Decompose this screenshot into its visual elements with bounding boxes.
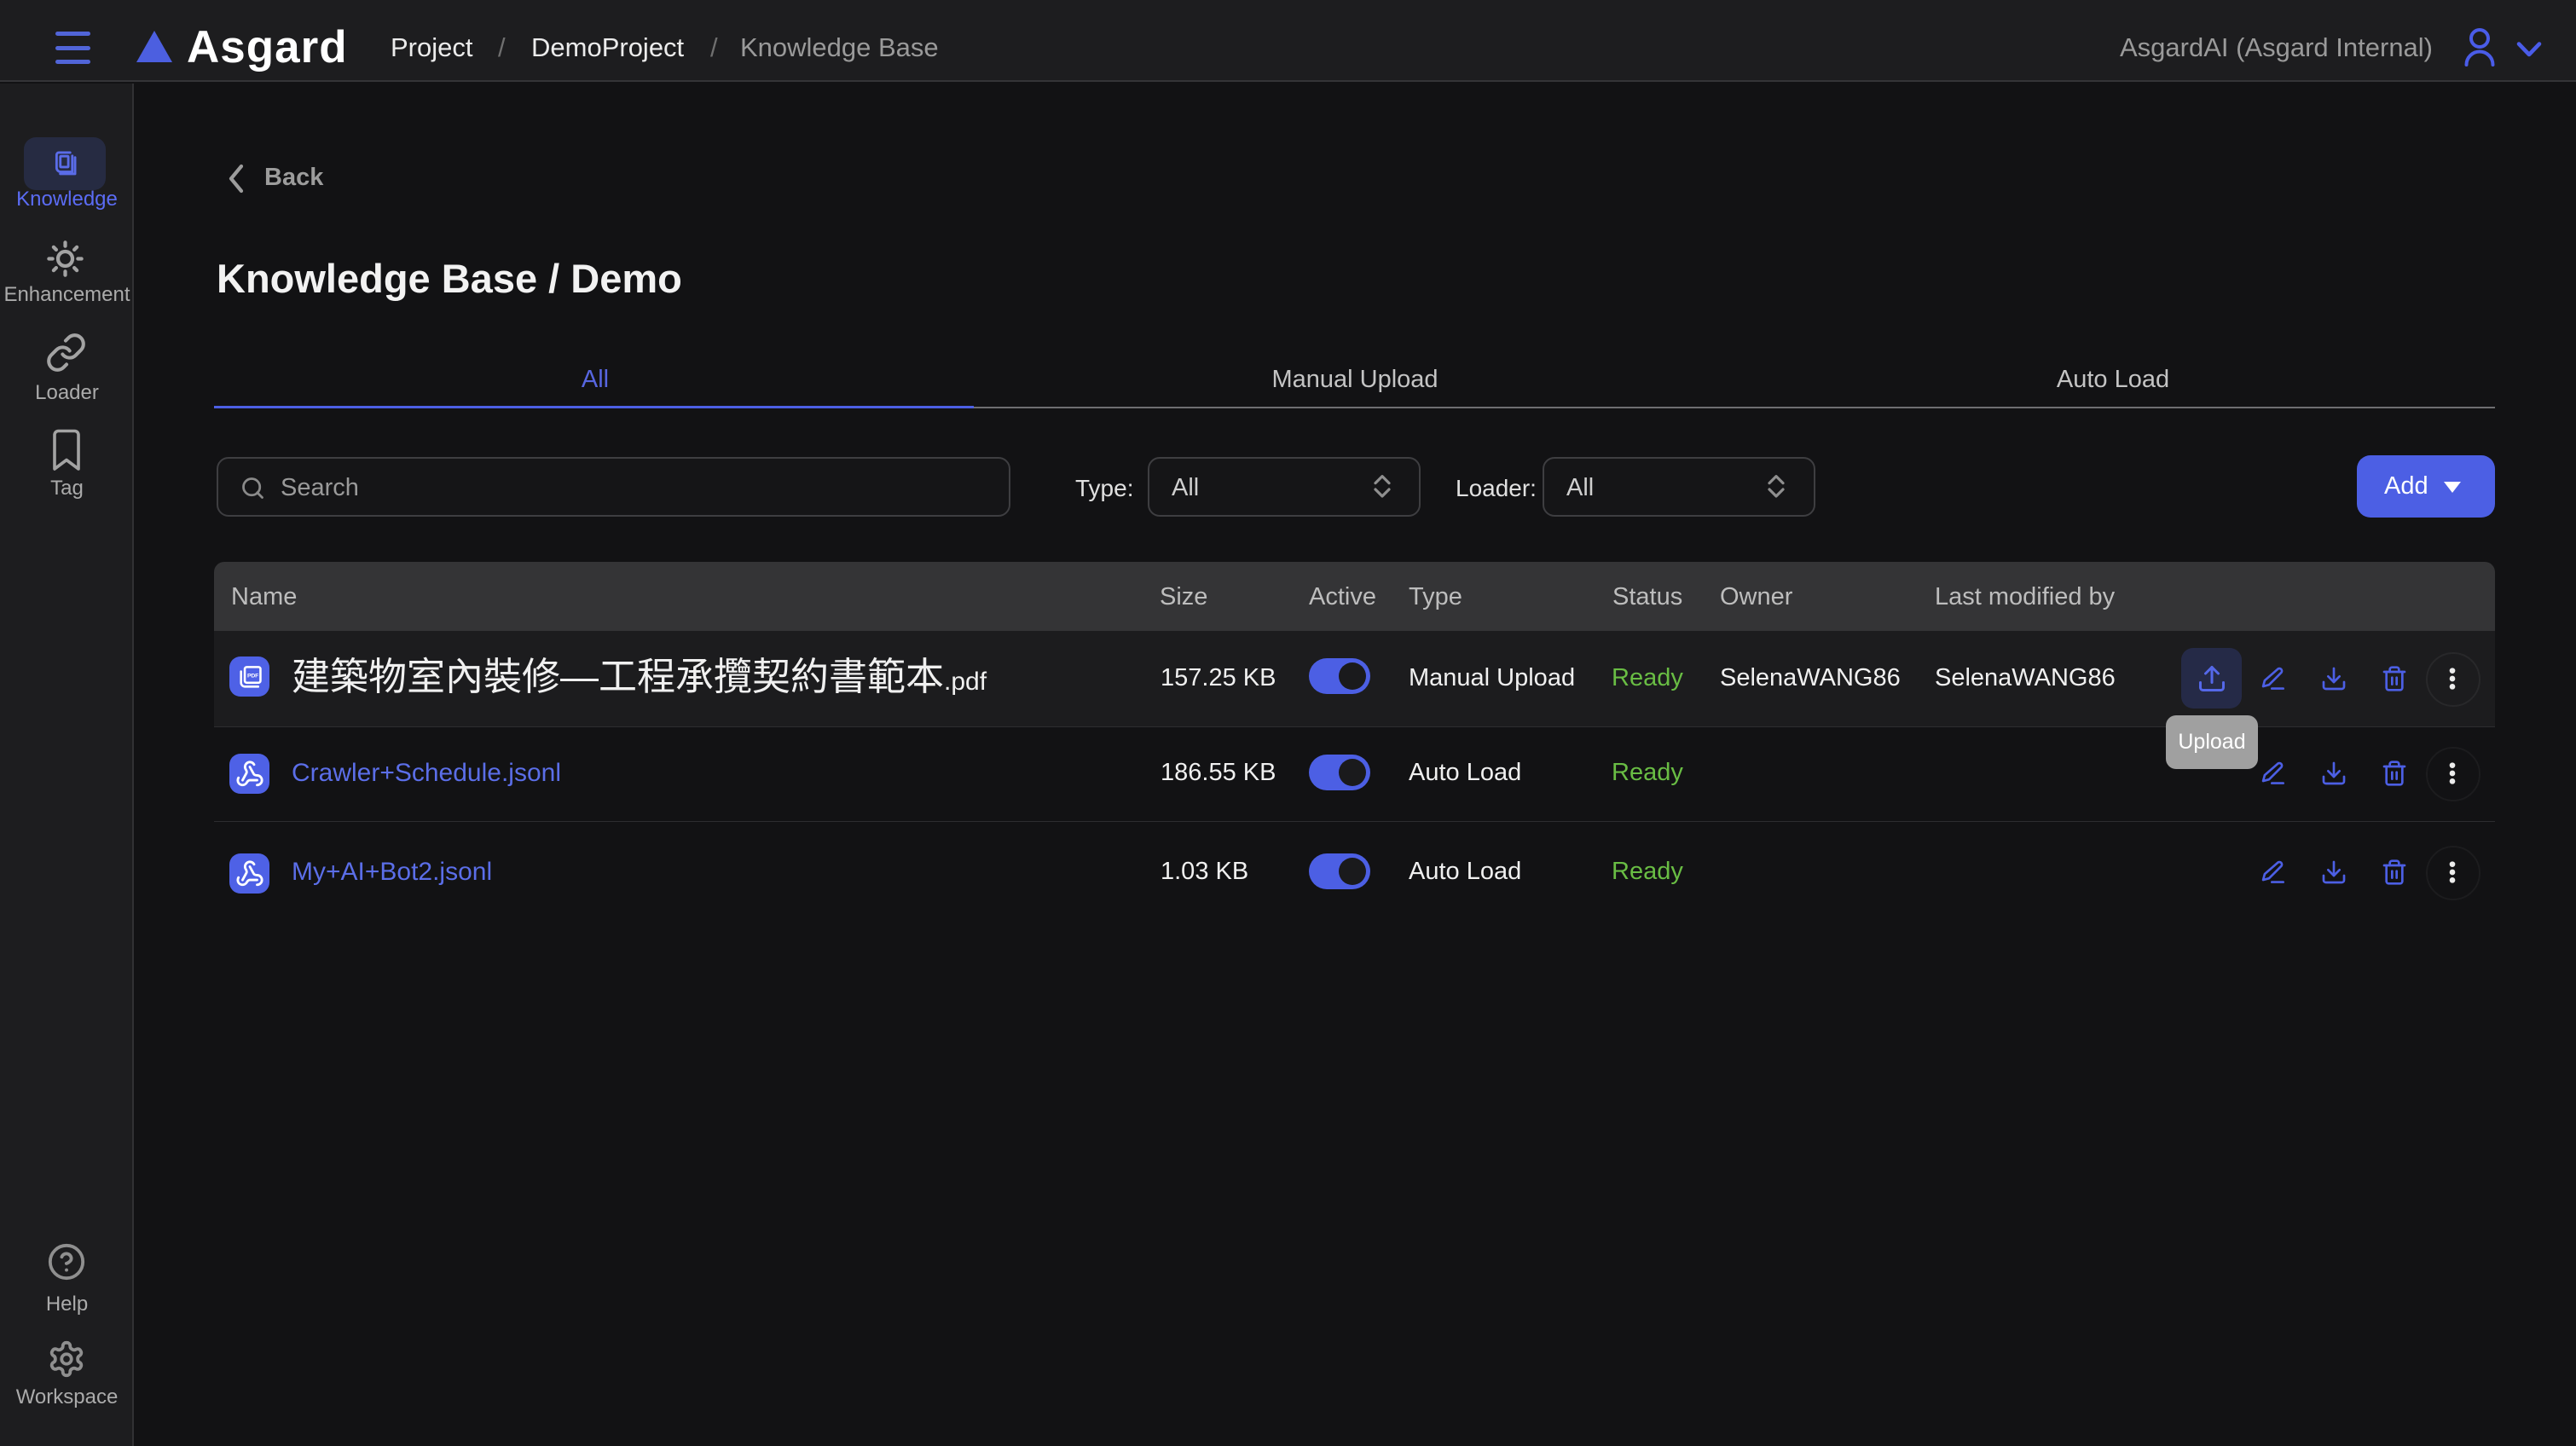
svg-text:PDF: PDF (247, 673, 258, 679)
